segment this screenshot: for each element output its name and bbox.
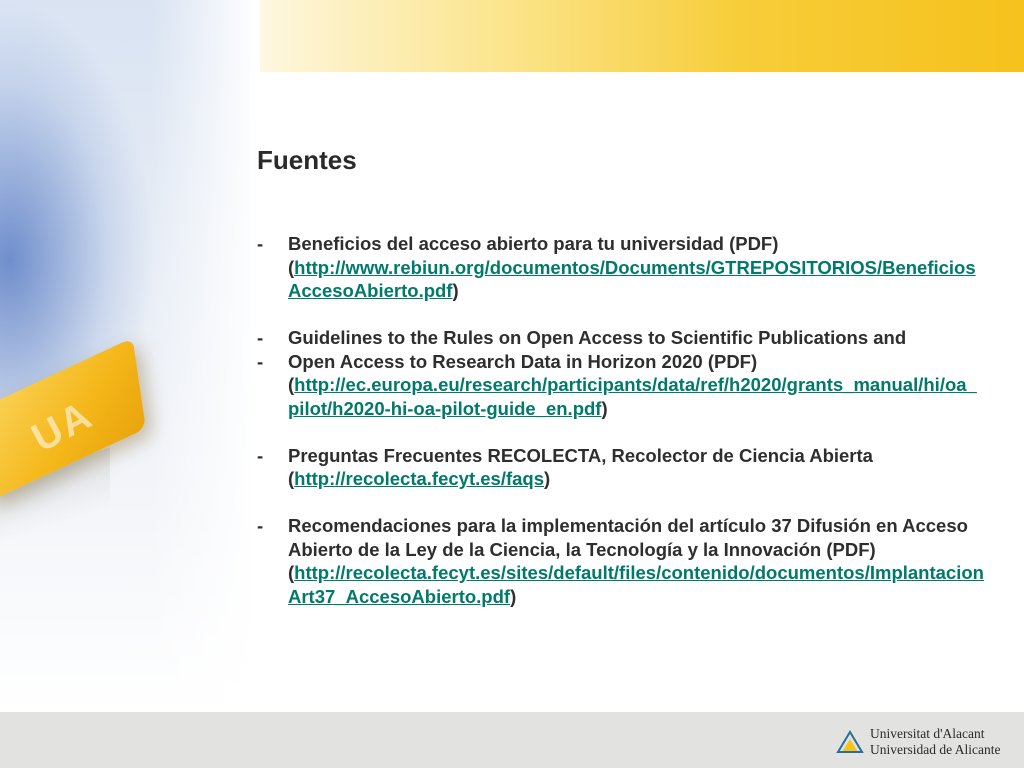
bullet-dash: - bbox=[257, 350, 264, 372]
list-item: - Beneficios del acceso abierto para tu … bbox=[257, 232, 987, 303]
university-name: Universitat d'Alacant Universidad de Ali… bbox=[870, 726, 1000, 758]
page-title: Fuentes bbox=[257, 145, 357, 175]
left-fade bbox=[150, 0, 260, 712]
bullet-dash: - bbox=[257, 327, 264, 348]
bullet-dash: - bbox=[257, 515, 264, 536]
item-text: Open Access to Research Data in Horizon … bbox=[288, 350, 758, 372]
paren-close: ) bbox=[544, 468, 551, 489]
source-link[interactable]: http://recolecta.fecyt.es/sites/default/… bbox=[288, 562, 984, 607]
paren-close: ) bbox=[452, 280, 459, 301]
list-item: - Recomendaciones para la implementación… bbox=[257, 514, 987, 608]
item-text: Beneficios del acceso abierto para tu un… bbox=[288, 233, 779, 254]
list-item: - Preguntas Frecuentes RECOLECTA, Recole… bbox=[257, 444, 987, 491]
bullet-dash: - bbox=[257, 444, 264, 466]
item-text: Recomendaciones para la implementación d… bbox=[288, 515, 968, 560]
source-link[interactable]: http://recolecta.fecyt.es/faqs bbox=[294, 468, 544, 489]
bullet-dash: - bbox=[257, 233, 264, 254]
slide: UA Fuentes - Beneficios del acceso abier… bbox=[0, 0, 1024, 768]
list-item: - Guidelines to the Rules on Open Access… bbox=[257, 326, 987, 350]
source-link[interactable]: http://www.rebiun.org/documentos/Documen… bbox=[288, 257, 976, 302]
source-link[interactable]: http://ec.europa.eu/research/participant… bbox=[288, 374, 977, 419]
university-name-spanish: Universidad de Alicante bbox=[870, 742, 1001, 757]
sources-list: - Beneficios del acceso abierto para tu … bbox=[257, 232, 987, 608]
item-text: Guidelines to the Rules on Open Access t… bbox=[288, 327, 907, 348]
item-text: Preguntas Frecuentes RECOLECTA, Recolect… bbox=[288, 444, 873, 466]
list-item: - Open Access to Research Data in Horizo… bbox=[257, 350, 987, 421]
paren-close: ) bbox=[510, 585, 517, 607]
paren-close: ) bbox=[601, 397, 608, 419]
university-logo-icon bbox=[836, 730, 864, 753]
university-name-valencian: Universitat d'Alacant bbox=[870, 726, 985, 741]
